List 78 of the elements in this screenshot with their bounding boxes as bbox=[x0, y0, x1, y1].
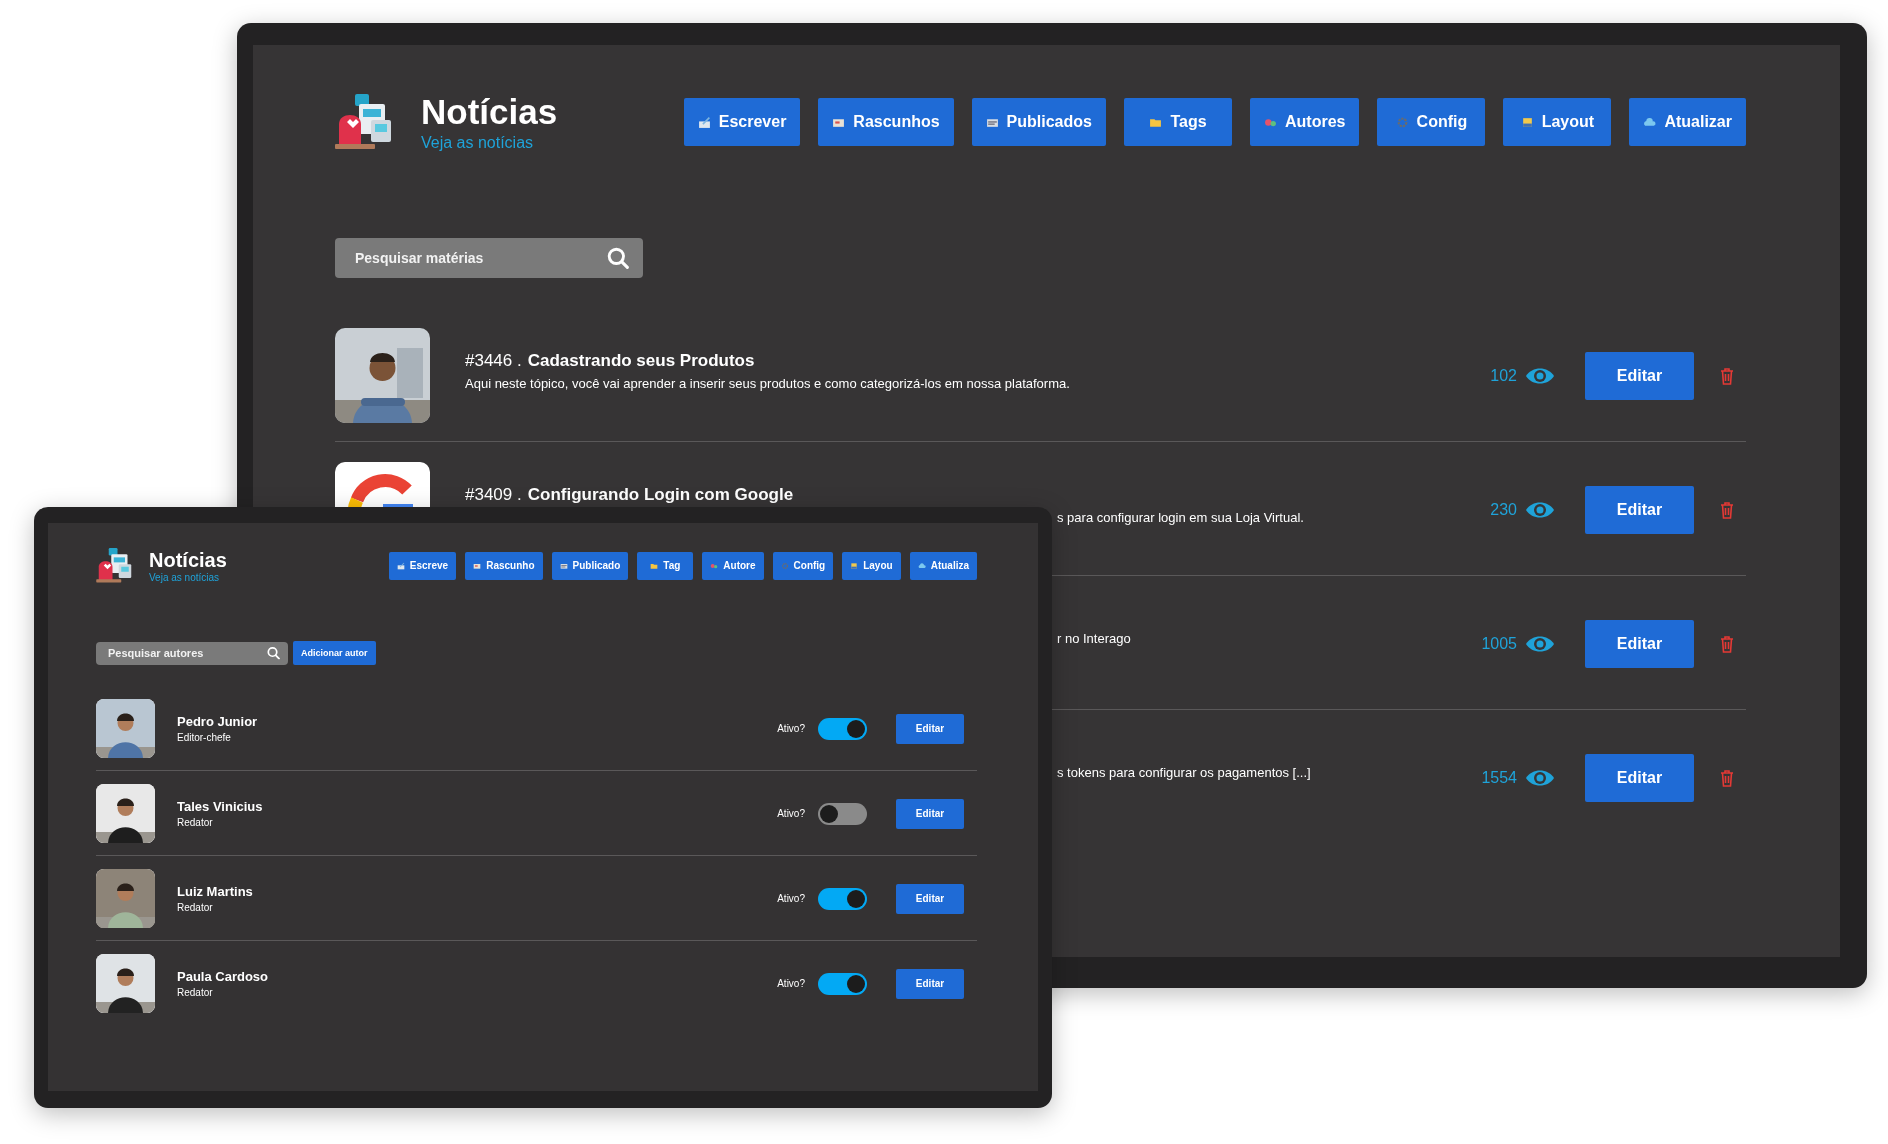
post-title[interactable]: Configurando Login com Google bbox=[527, 484, 794, 504]
picture-icon bbox=[850, 561, 859, 570]
active-toggle[interactable] bbox=[818, 717, 867, 740]
nav-button[interactable]: Escreve bbox=[388, 551, 457, 580]
edit-button[interactable]: Editar bbox=[1585, 485, 1694, 534]
card-icon bbox=[473, 561, 482, 570]
pen-icon bbox=[396, 561, 405, 570]
nav-button[interactable]: Publicado bbox=[551, 551, 629, 580]
edit-button[interactable]: Editar bbox=[896, 713, 964, 744]
nav-button[interactable]: Tags bbox=[1123, 98, 1232, 146]
view-count: 102 bbox=[1490, 366, 1517, 385]
nav-button[interactable]: Config bbox=[772, 551, 834, 580]
post-id: #3446 . bbox=[465, 350, 522, 370]
edit-button[interactable]: Editar bbox=[896, 883, 964, 914]
active-label: Ativo? bbox=[777, 808, 805, 819]
nav-button[interactable]: Autore bbox=[702, 551, 764, 580]
trash-icon[interactable] bbox=[1720, 500, 1734, 519]
nav-button[interactable]: Rascunhos bbox=[818, 98, 954, 146]
nav-button[interactable]: Layout bbox=[1503, 98, 1612, 146]
nav-button[interactable]: Escrever bbox=[683, 98, 801, 146]
edit-button[interactable]: Editar bbox=[896, 968, 964, 999]
edit-button[interactable]: Editar bbox=[1585, 753, 1694, 802]
pen-icon bbox=[697, 115, 711, 129]
logo-icon bbox=[96, 548, 134, 583]
nav-button[interactable]: Layou bbox=[842, 551, 901, 580]
trash-icon[interactable] bbox=[1720, 768, 1734, 787]
add-author-button[interactable]: Adicionar autor bbox=[293, 641, 376, 665]
trash-icon[interactable] bbox=[1720, 366, 1734, 385]
nav-button[interactable]: Tag bbox=[637, 551, 694, 580]
author-role: Redator bbox=[177, 817, 214, 828]
nav-button[interactable]: Publicados bbox=[971, 98, 1106, 146]
active-label: Ativo? bbox=[777, 893, 805, 904]
edit-button[interactable]: Editar bbox=[1585, 619, 1694, 668]
newspaper-icon bbox=[559, 561, 568, 570]
post-description: s tokens para configurar os pagamentos [...] bbox=[1057, 765, 1312, 780]
search-field[interactable]: Pesquisar autores bbox=[96, 641, 288, 665]
view-count: 1554 bbox=[1481, 768, 1517, 787]
post-id: #3409 . bbox=[465, 484, 522, 504]
post-description: r no Interago bbox=[1057, 631, 1132, 646]
search-icon bbox=[267, 646, 280, 660]
cloud-icon bbox=[917, 561, 926, 570]
gear-icon bbox=[780, 561, 789, 570]
app-title: Notícias bbox=[149, 548, 227, 572]
nav-button[interactable]: Rascunho bbox=[465, 551, 543, 580]
author-name: Tales Vinicius bbox=[177, 799, 264, 814]
active-toggle[interactable] bbox=[818, 802, 867, 825]
active-toggle[interactable] bbox=[818, 887, 867, 910]
edit-button[interactable]: Editar bbox=[1585, 351, 1694, 400]
people-icon bbox=[710, 561, 719, 570]
post-title[interactable]: Cadastrando seus Produtos bbox=[527, 350, 755, 370]
nav-button[interactable]: Config bbox=[1377, 98, 1486, 146]
search-icon bbox=[607, 247, 629, 269]
app-subtitle: Veja as notícias bbox=[149, 572, 221, 583]
active-label: Ativo? bbox=[777, 978, 805, 989]
trash-icon[interactable] bbox=[1720, 634, 1734, 653]
app-subtitle: Veja as notícias bbox=[421, 134, 535, 152]
active-toggle[interactable] bbox=[818, 972, 867, 995]
nav-button[interactable]: Autores bbox=[1249, 98, 1360, 146]
view-count: 1005 bbox=[1481, 634, 1517, 653]
post-description: s para configurar login em sua Loja Virtual. bbox=[1057, 509, 1305, 525]
author-role: Redator bbox=[177, 902, 214, 913]
author-name: Paula Cardoso bbox=[177, 969, 270, 984]
author-name: Pedro Junior bbox=[177, 714, 259, 729]
active-label: Ativo? bbox=[777, 723, 805, 734]
edit-button[interactable]: Editar bbox=[896, 798, 964, 829]
app-title: Notícias bbox=[421, 92, 558, 132]
picture-icon bbox=[1520, 115, 1534, 129]
gear-icon bbox=[1395, 115, 1409, 129]
author-role: Editor-chefe bbox=[177, 732, 232, 743]
author-name: Luiz Martins bbox=[177, 884, 254, 899]
nav-button[interactable]: Atualizar bbox=[1629, 98, 1746, 146]
folder-icon bbox=[650, 561, 659, 570]
cloud-icon bbox=[1643, 115, 1657, 129]
search-field[interactable]: Pesquisar matérias bbox=[335, 238, 643, 278]
view-count: 230 bbox=[1490, 500, 1517, 519]
post-description: Aqui neste tópico, você vai aprender a inserir seus produtos e como categorizá-los em nossa plataforma. bbox=[465, 375, 1071, 391]
nav-button[interactable]: Atualiza bbox=[909, 551, 977, 580]
author-role: Redator bbox=[177, 987, 214, 998]
